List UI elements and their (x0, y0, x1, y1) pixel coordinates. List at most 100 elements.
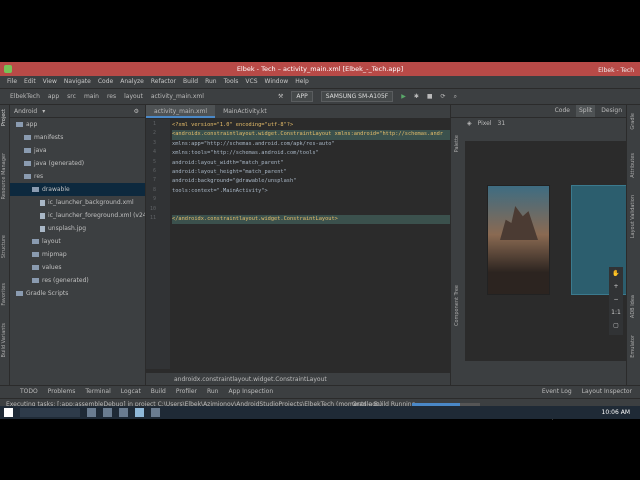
folder-icon (24, 135, 31, 140)
tree-item[interactable]: res (10, 170, 145, 183)
menu-item-file[interactable]: File (7, 76, 17, 88)
folder-icon (32, 239, 39, 244)
toolbar: ElbekTech app src main res layout activity_mai… (0, 88, 640, 105)
tree-item[interactable]: unsplash.jpg (10, 222, 145, 235)
device-dropdown[interactable]: SAMSUNG SM-A105F (320, 91, 394, 102)
menu-item-analyze[interactable]: Analyze (120, 76, 144, 88)
tool-tab-attributes[interactable]: Attributes (630, 153, 636, 178)
bottom-tab-todo[interactable]: TODO (20, 386, 38, 398)
breadcrumb-item[interactable]: ElbekTech (10, 89, 40, 104)
design-mode-button[interactable]: Design (601, 105, 622, 117)
menu-item-help[interactable]: Help (295, 76, 309, 88)
tool-tab-emulator[interactable]: Emulator (630, 335, 636, 358)
menu-item-refactor[interactable]: Refactor (151, 76, 176, 88)
tool-tab-adb-idea[interactable]: ADB Idea (630, 295, 636, 318)
stop-icon[interactable]: ■ (427, 89, 433, 104)
bottom-tab-layout-inspector[interactable]: Layout Inspector (582, 386, 632, 398)
tool-tab-build-variants[interactable]: Build Variants (1, 323, 7, 357)
phone-preview[interactable] (487, 185, 550, 295)
zoom-out-button[interactable]: − (609, 293, 623, 306)
bottom-tab-event-log[interactable]: Event Log (542, 386, 572, 398)
file-explorer-icon[interactable] (87, 408, 96, 417)
device-selector[interactable]: Pixel (478, 118, 492, 129)
search-icon[interactable]: ⌕ (454, 89, 457, 104)
hammer-icon[interactable]: ⚒ (278, 89, 283, 104)
menu-item-edit[interactable]: Edit (24, 76, 36, 88)
menu-item-run[interactable]: Run (205, 76, 217, 88)
breadcrumb-item[interactable]: src (67, 89, 76, 104)
zoom-in-button[interactable]: + (609, 280, 623, 293)
bottom-tab-build[interactable]: Build (151, 386, 166, 398)
menu-item-view[interactable]: View (43, 76, 57, 88)
bottom-tab-app-inspection[interactable]: App Inspection (229, 386, 274, 398)
editor-tabs: activity_main.xml MainActivity.kt (146, 105, 450, 119)
zoom-actual-button[interactable]: 1:1 (609, 306, 623, 319)
ide-window: Elbek - Tech – activity_main.xml [Elbek_… (0, 62, 640, 420)
tree-item[interactable]: layout (10, 235, 145, 248)
breadcrumb-item[interactable]: activity_main.xml (151, 89, 204, 104)
run-icon[interactable]: ▶ (401, 89, 406, 104)
tool-tab-layout-validation[interactable]: Layout Validation (630, 195, 636, 238)
tree-item[interactable]: java (generated) (10, 157, 145, 170)
sync-icon[interactable]: ⟳ (441, 89, 446, 104)
menu-item-vcs[interactable]: VCS (245, 76, 257, 88)
tree-item[interactable]: java (10, 144, 145, 157)
layers-icon[interactable]: ◈ (467, 118, 472, 129)
gear-icon[interactable]: ⚙ (134, 105, 139, 117)
code-line: xmlns:tools="http://schemas.android.com/… (172, 150, 319, 157)
tool-tab-project[interactable]: Project (1, 109, 7, 126)
tree-item[interactable]: values (10, 261, 145, 274)
menu-item-code[interactable]: Code (98, 76, 113, 88)
tree-item[interactable]: Gradle Scripts (10, 287, 145, 300)
menu-item-navigate[interactable]: Navigate (64, 76, 91, 88)
taskbar-search[interactable] (20, 408, 80, 417)
debug-icon[interactable]: ✱ (414, 89, 419, 104)
breadcrumb-item[interactable]: res (107, 89, 116, 104)
tree-item[interactable]: res (generated) (10, 274, 145, 287)
breadcrumb-item[interactable]: layout (124, 89, 143, 104)
tree-item[interactable]: manifests (10, 131, 145, 144)
tree-item[interactable]: mipmap (10, 248, 145, 261)
api-selector[interactable]: 31 (498, 118, 506, 129)
module-dropdown[interactable]: APP (291, 91, 313, 102)
split-mode-button[interactable]: Split (575, 105, 596, 117)
tool-tab-resource-manager[interactable]: Resource Manager (1, 153, 7, 199)
edge-icon[interactable] (119, 408, 128, 417)
android-studio-taskbar-icon[interactable] (135, 408, 144, 417)
menu-item-build[interactable]: Build (183, 76, 198, 88)
telegram-icon[interactable] (151, 408, 160, 417)
component-tree-tab[interactable]: Component Tree (454, 285, 460, 326)
line-number: 9 (152, 196, 156, 203)
breadcrumb-item[interactable]: main (84, 89, 99, 104)
project-view-dropdown[interactable]: Android (14, 105, 37, 117)
code-area[interactable]: <?xml version="1.0" encoding="utf-8"?> <a… (172, 121, 450, 225)
tree-item[interactable]: drawable (10, 183, 145, 196)
editor-tab[interactable]: MainActivity.kt (215, 105, 275, 118)
mountain-image (500, 206, 538, 240)
pan-icon[interactable]: ✋ (609, 267, 623, 280)
tree-item[interactable]: ic_launcher_background.xml (10, 196, 145, 209)
tool-tab-favorites[interactable]: Favorites (1, 283, 7, 306)
chrome-icon[interactable] (103, 408, 112, 417)
code-mode-button[interactable]: Code (555, 105, 570, 117)
bottom-tab-logcat[interactable]: Logcat (121, 386, 141, 398)
menu-item-tools[interactable]: Tools (224, 76, 239, 88)
editor-tab[interactable]: activity_main.xml (146, 105, 216, 118)
palette-tab[interactable]: Palette (454, 135, 460, 152)
tool-tab-structure[interactable]: Structure (1, 235, 7, 258)
breadcrumb-item[interactable]: app (48, 89, 59, 104)
bottom-tab-run[interactable]: Run (207, 386, 219, 398)
tool-tab-gradle[interactable]: Gradle (630, 113, 636, 130)
tree-item[interactable]: ic_launcher_foreground.xml (v24) (10, 209, 149, 222)
bottom-tab-profiler[interactable]: Profiler (176, 386, 197, 398)
bottom-tab-problems[interactable]: Problems (48, 386, 76, 398)
chevron-down-icon[interactable]: ▾ (42, 105, 45, 117)
code-line: android:layout_height="match_parent" (172, 168, 287, 175)
fit-screen-icon[interactable]: ▢ (609, 319, 623, 332)
design-canvas[interactable]: ✋ + − 1:1 ▢ (465, 141, 631, 361)
tree-item[interactable]: app (10, 118, 145, 131)
windows-start-icon[interactable] (4, 408, 13, 417)
menu-item-window[interactable]: Window (265, 76, 289, 88)
folder-icon (32, 265, 39, 270)
bottom-tab-terminal[interactable]: Terminal (85, 386, 110, 398)
